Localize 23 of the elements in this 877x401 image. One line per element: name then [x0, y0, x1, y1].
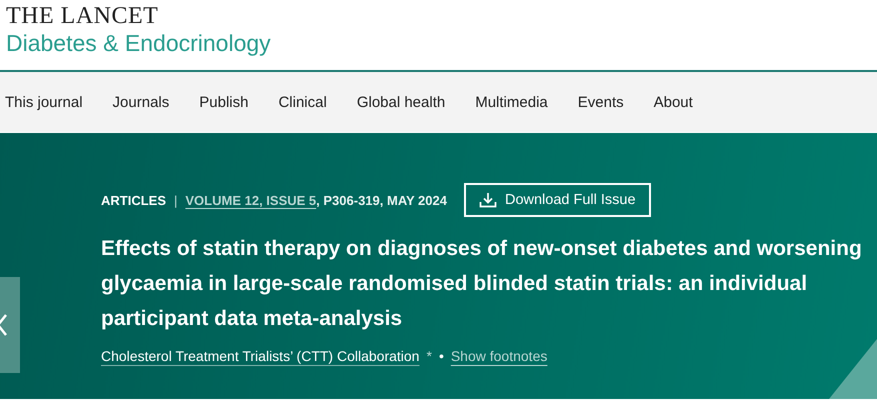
- publisher-logo-text[interactable]: THE LANCET: [6, 4, 158, 28]
- issue-link[interactable]: VOLUME 12, ISSUE 5: [185, 192, 316, 208]
- pages-date: , P306-319, MAY 2024: [316, 192, 447, 208]
- nav-item[interactable]: About: [654, 94, 693, 110]
- bullet: •: [438, 348, 444, 364]
- author-link[interactable]: Cholesterol Treatment Trialists’ (CTT) Collaboration: [101, 348, 420, 364]
- article-title: Effects of statin therapy on diagnoses of new-onset diabetes and worsening glycaemia in large-scale randomised blinded statin trials: an individual participant data meta-analysis: [101, 236, 863, 332]
- corner-triangle-drawing: [829, 339, 877, 399]
- side-tab[interactable]: [0, 277, 20, 373]
- chevron-icon: [0, 313, 10, 337]
- nav-item[interactable]: Publish: [199, 94, 248, 110]
- separator: |: [174, 192, 178, 208]
- nav-item[interactable]: This journal: [5, 94, 83, 110]
- article-type: ARTICLES: [101, 192, 166, 208]
- download-icon: [478, 192, 497, 208]
- nav-item[interactable]: Multimedia: [475, 94, 548, 110]
- footnote-mark[interactable]: *: [426, 348, 432, 364]
- nav-item[interactable]: Events: [578, 94, 624, 110]
- footnotes-link[interactable]: Show footnotes: [450, 348, 548, 364]
- nav-item[interactable]: Journals: [112, 94, 170, 110]
- nav-item[interactable]: Clinical: [278, 94, 327, 110]
- nav-item[interactable]: Global health: [356, 94, 446, 110]
- download-button[interactable]: Download Full Issue: [464, 183, 651, 217]
